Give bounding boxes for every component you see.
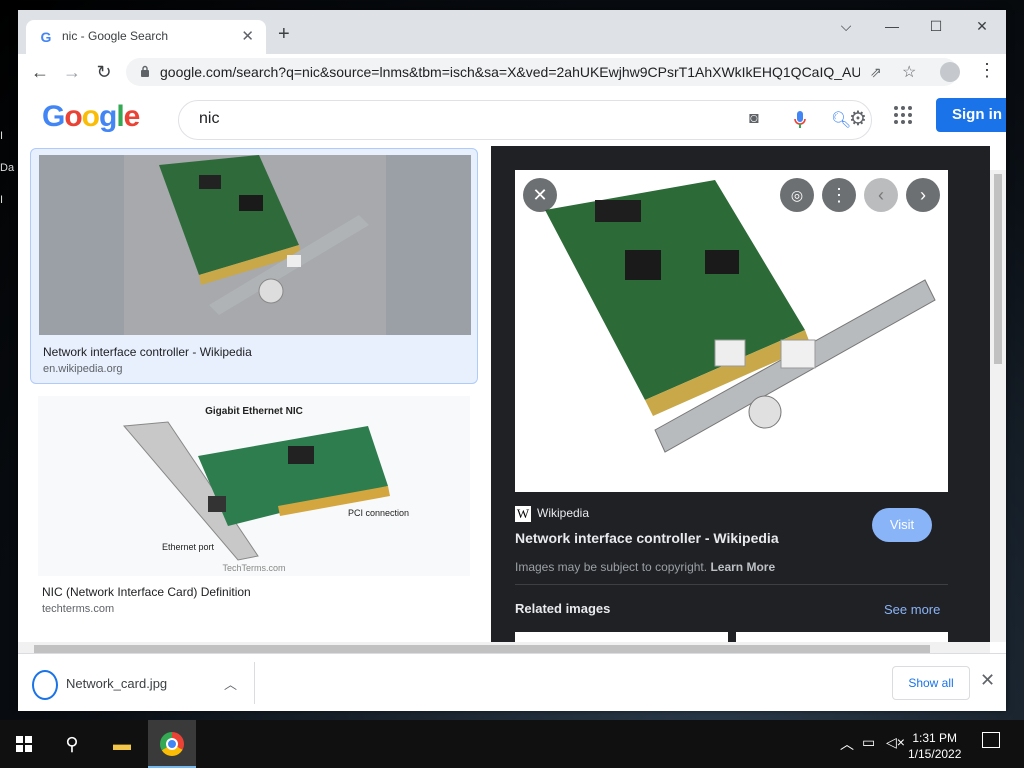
network-icon[interactable]: ▭ [862,734,875,751]
url-text[interactable]: google.com/search?q=nic&source=lnms&tbm=… [160,64,860,80]
tab-bar: G nic - Google Search ✕ + ⌵ — ☐ ✕ [18,10,1006,54]
image-pci-label: PCI connection [348,508,409,518]
sign-in-button[interactable]: Sign in [936,98,1006,132]
preview-source-label: Wikipedia [537,506,590,521]
google-header: Google nic ◙ 🔍︎ ⚙ Sign in [18,90,1006,150]
download-filename[interactable]: Network_card.jpg [66,676,167,691]
desktop-edge-labels: I Da I [0,130,18,226]
forward-button[interactable]: → [62,62,82,82]
download-bar: Network_card.jpg ︿ Show all ✕ [18,653,1006,711]
next-image-icon[interactable]: › [906,178,940,212]
google-images-page: Google nic ◙ 🔍︎ ⚙ Sign in Network interf… [18,90,1006,710]
profile-avatar-icon[interactable] [940,62,960,82]
chrome-taskbar-icon[interactable] [148,720,196,768]
learn-more-link[interactable]: Learn More [710,560,775,574]
clock-time: 1:31 PM [912,731,958,745]
lens-search-icon[interactable]: ◎ [780,178,814,212]
lock-icon [141,65,149,77]
share-icon[interactable]: ⇗ [870,64,882,81]
result-title[interactable]: Network interface controller - Wikipedia [43,345,252,359]
reload-button[interactable]: ↻ [94,62,114,82]
image-credit: TechTerms.com [222,563,285,573]
tab-title: nic - Google Search [62,29,169,43]
microphone-icon[interactable] [793,110,807,130]
related-images-heading: Related images [515,601,611,616]
close-preview-icon[interactable]: ✕ [523,178,557,212]
chevron-up-icon[interactable]: ︿ [840,734,854,754]
search-box[interactable]: nic ◙ 🔍︎ ⚙ [178,100,872,140]
result-card[interactable]: Gigabit Ethernet NIC PCI connection Ethe… [30,396,476,622]
camera-icon[interactable]: ◙ [749,110,759,128]
wikipedia-logo-icon: W [515,506,531,522]
vertical-scrollbar[interactable] [990,170,1006,642]
preview-source[interactable]: W Wikipedia [515,506,589,522]
windows-start-icon[interactable] [16,736,32,752]
result-thumbnail-nic[interactable] [39,155,471,335]
maximize-button[interactable]: ☐ [926,18,946,35]
window-close-button[interactable]: ✕ [972,18,992,35]
result-site: en.wikipedia.org [43,363,123,375]
back-button[interactable]: ← [30,62,50,82]
system-clock[interactable]: 1:31 PM 1/15/2022 [908,730,961,762]
previous-image-icon[interactable]: ‹ [864,178,898,212]
visit-button[interactable]: Visit [872,508,932,542]
volume-muted-icon[interactable]: ◁× [886,734,905,751]
tab-close-icon[interactable]: ✕ [241,27,254,45]
divider [515,584,948,585]
tab-search-icon[interactable]: ⌵ [836,18,856,35]
file-explorer-icon[interactable]: ▬ [110,732,134,756]
browser-window: G nic - Google Search ✕ + ⌵ — ☐ ✕ ← → ↻ … [18,10,1006,711]
preview-title[interactable]: Network interface controller - Wikipedia [515,530,779,546]
result-thumbnail-techterms[interactable]: Gigabit Ethernet NIC PCI connection Ethe… [38,396,470,576]
clock-date: 1/15/2022 [908,747,962,761]
address-bar[interactable]: google.com/search?q=nic&source=lnms&tbm=… [126,58,958,86]
image-preview-panel: ✕ ◎ ⋮ ‹ › W Wikipedia Network interface c… [491,146,990,646]
image-heading: Gigabit Ethernet NIC [205,406,303,417]
more-options-icon[interactable]: ⋮ [822,178,856,212]
desktop-edge-label: I [0,130,4,142]
image-file-icon [32,670,58,700]
show-all-button[interactable]: Show all [892,666,970,700]
minimize-button[interactable]: — [882,18,902,34]
google-favicon-icon: G [40,29,52,45]
desktop-edge-label: I [0,194,4,206]
copyright-notice: Images may be subject to copyright. Lear… [515,560,775,574]
result-title[interactable]: NIC (Network Interface Card) Definition [42,585,251,599]
divider [254,662,255,704]
result-card-selected[interactable]: Network interface controller - Wikipedia… [30,148,478,384]
windows-taskbar: ⚲ ▬ ︿ ▭ ◁× 1:31 PM 1/15/2022 [0,720,1024,768]
notifications-icon[interactable] [982,732,1000,748]
chrome-menu-icon[interactable]: ⋮ [978,60,996,81]
google-apps-icon[interactable] [894,106,912,124]
new-tab-button[interactable]: + [278,24,290,44]
close-download-bar-icon[interactable]: ✕ [980,670,995,691]
copyright-text: Images may be subject to copyright. [515,560,708,574]
image-port-label: Ethernet port [162,542,215,552]
settings-gear-icon[interactable]: ⚙ [849,106,867,131]
search-icon[interactable]: ⚲ [60,732,84,756]
tab-google-search[interactable]: G nic - Google Search ✕ [26,20,266,54]
preview-image-nic[interactable] [515,170,948,492]
desktop-edge-label: Da [0,162,15,174]
result-site: techterms.com [42,603,115,615]
see-more-link[interactable]: See more [884,602,940,617]
chevron-up-icon[interactable]: ︿ [224,674,237,693]
search-input[interactable]: nic [199,110,219,128]
bookmark-star-icon[interactable]: ☆ [902,62,916,82]
browser-toolbar: ← → ↻ google.com/search?q=nic&source=lnm… [18,54,1006,90]
google-logo[interactable]: Google [42,100,140,134]
